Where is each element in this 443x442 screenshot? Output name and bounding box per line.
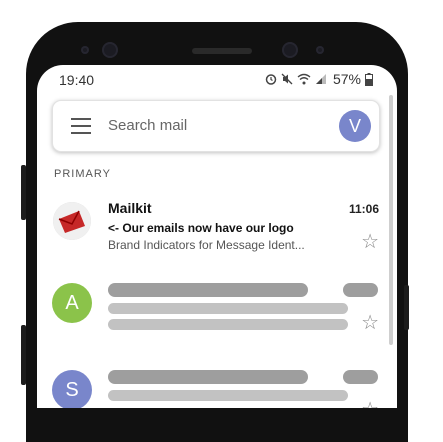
- search-input[interactable]: Search mail: [108, 117, 187, 134]
- volume-button: [21, 165, 26, 220]
- status-time: 19:40: [59, 72, 95, 88]
- gmail-screen: 19:40 57% Search mail V PRIMARY Mailkit …: [37, 65, 397, 408]
- skeleton-sender: [108, 370, 308, 384]
- alarm-icon: [265, 74, 277, 85]
- account-avatar[interactable]: V: [339, 110, 371, 142]
- mute-icon: [281, 73, 293, 85]
- power-button: [404, 285, 409, 330]
- battery-icon: [365, 72, 373, 86]
- front-camera-icon: [282, 42, 298, 58]
- sender-avatar: S: [52, 370, 92, 408]
- earpiece-speaker: [192, 48, 252, 54]
- email-snippet: Brand Indicators for Message Ident...: [108, 238, 305, 252]
- sensor-icon: [102, 42, 118, 58]
- mailkit-logo-icon: [53, 202, 91, 240]
- hamburger-menu-icon[interactable]: [71, 118, 91, 134]
- star-outline-icon[interactable]: ☆: [361, 313, 379, 333]
- email-row-placeholder[interactable]: A ☆: [37, 283, 397, 363]
- battery-percent: 57%: [332, 71, 361, 87]
- sensor-icon: [81, 46, 89, 54]
- star-outline-icon[interactable]: ☆: [361, 232, 379, 252]
- wifi-icon: [297, 73, 311, 85]
- skeleton-time: [343, 370, 378, 384]
- status-icons: 57%: [265, 71, 373, 87]
- email-row-placeholder[interactable]: S ☆: [37, 370, 397, 408]
- star-outline-icon[interactable]: ☆: [361, 400, 379, 408]
- email-time: 11:06: [348, 202, 379, 216]
- bixby-button: [21, 325, 26, 385]
- section-label: PRIMARY: [54, 168, 111, 180]
- skeleton-snippet: [108, 319, 348, 330]
- search-bar[interactable]: Search mail V: [52, 100, 380, 152]
- email-subject: <- Our emails now have our logo: [108, 221, 294, 235]
- skeleton-time: [343, 283, 378, 297]
- email-row[interactable]: Mailkit <- Our emails now have our logo …: [37, 192, 397, 272]
- scrollbar[interactable]: [389, 95, 393, 345]
- skeleton-subject: [108, 390, 348, 401]
- email-sender: Mailkit: [108, 200, 152, 216]
- sender-avatar: A: [52, 283, 92, 323]
- sensor-icon: [316, 46, 324, 54]
- skeleton-subject: [108, 303, 348, 314]
- signal-icon: [315, 74, 326, 84]
- skeleton-sender: [108, 283, 308, 297]
- status-bar: 19:40 57%: [37, 65, 397, 95]
